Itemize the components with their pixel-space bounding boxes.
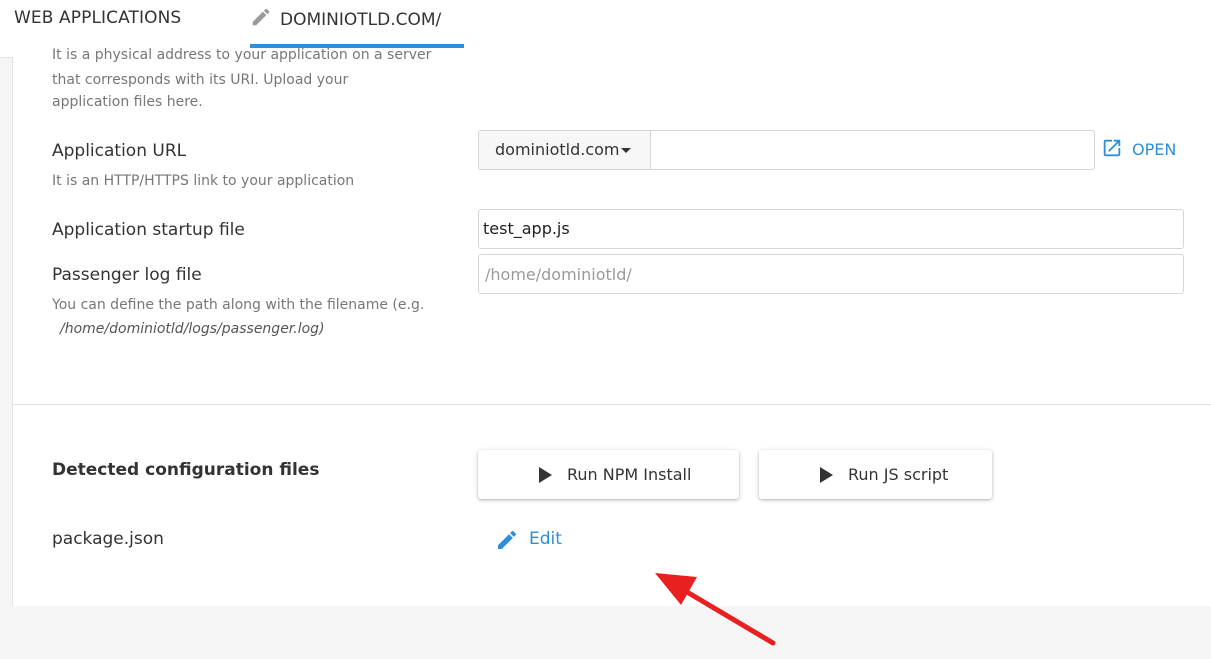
- play-icon: [820, 467, 833, 483]
- startup-file-label: Application startup file: [52, 220, 245, 240]
- passenger-log-help: You can define the path along with the f…: [52, 297, 425, 313]
- app-url-help: It is an HTTP/HTTPS link to your applica…: [52, 173, 355, 189]
- app-root-help-line-2: that corresponds with its URI. Upload yo…: [52, 72, 349, 88]
- passenger-log-label: Passenger log file: [52, 265, 202, 285]
- run-npm-install-label: Run NPM Install: [567, 465, 692, 484]
- app-url-path-input[interactable]: [651, 131, 1094, 169]
- play-icon: [539, 467, 552, 483]
- tab-domain[interactable]: DOMINIOTLD.COM/: [250, 0, 464, 48]
- passenger-log-help-example: /home/dominiotld/logs/passenger.log): [60, 321, 325, 337]
- external-link-icon: [1103, 139, 1121, 157]
- pencil-icon: [498, 530, 517, 549]
- config-files-label: Detected configuration files: [52, 460, 320, 480]
- config-file-name: package.json: [52, 529, 164, 549]
- app-url-input-group: dominiotld.com: [478, 130, 1095, 170]
- passenger-log-input[interactable]: /home/dominiotld/: [478, 254, 1184, 294]
- startup-file-value: test_app.js: [483, 219, 570, 238]
- passenger-log-placeholder: /home/dominiotld/: [485, 265, 632, 284]
- run-npm-install-button[interactable]: Run NPM Install: [478, 450, 739, 499]
- run-js-script-button[interactable]: Run JS script: [759, 450, 992, 499]
- app-root-help-line-1: It is a physical address to your applica…: [52, 47, 432, 63]
- pencil-icon: [252, 8, 270, 26]
- application-settings-card: It is a physical address to your applica…: [12, 47, 1211, 646]
- caret-down-icon: [621, 148, 631, 153]
- domain-select-value: dominiotld.com: [495, 140, 620, 159]
- edit-config-file-label: Edit: [529, 529, 562, 549]
- annotation-arrow-icon: [655, 573, 776, 646]
- app-url-label: Application URL: [52, 141, 187, 161]
- run-js-script-label: Run JS script: [848, 465, 949, 484]
- app-root-help-line-3: application files here.: [52, 94, 203, 110]
- tab-domain-label: DOMINIOTLD.COM/: [280, 10, 442, 30]
- section-divider: [13, 404, 1211, 405]
- startup-file-input[interactable]: test_app.js: [478, 209, 1184, 249]
- open-url-label: OPEN: [1132, 140, 1177, 159]
- tab-web-applications[interactable]: WEB APPLICATIONS: [14, 8, 181, 28]
- domain-select[interactable]: dominiotld.com: [479, 131, 651, 169]
